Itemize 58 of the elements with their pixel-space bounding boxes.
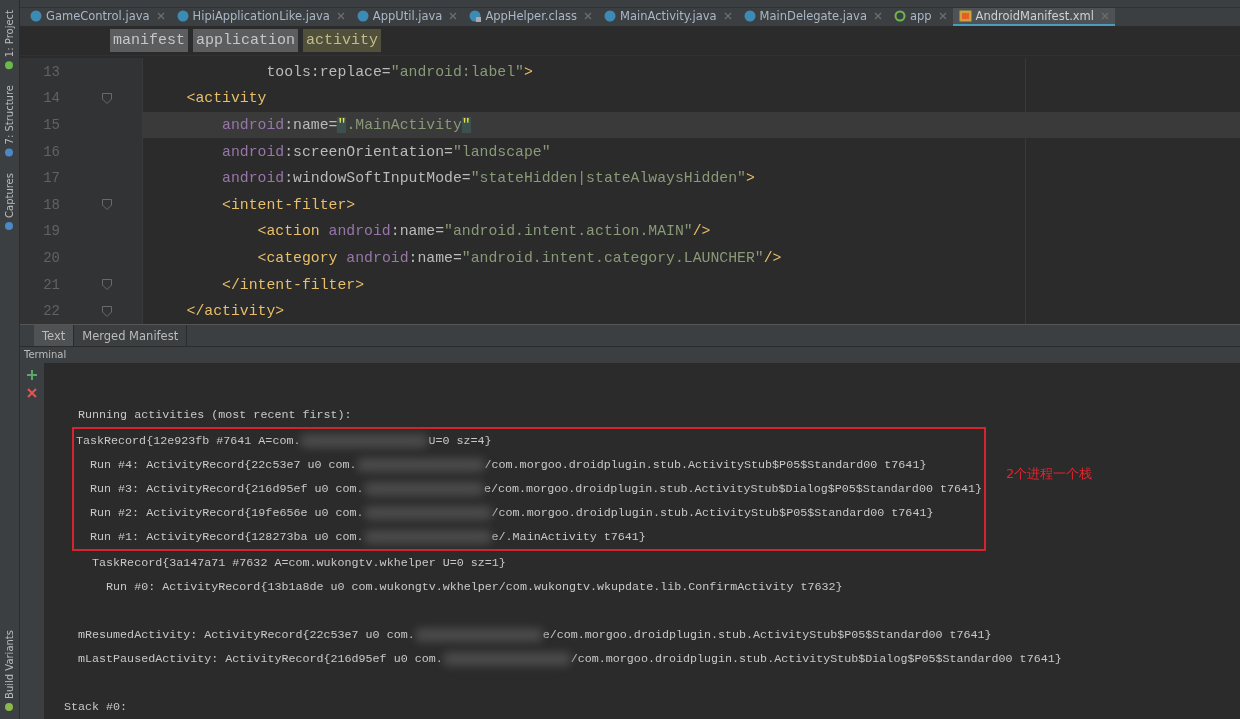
close-icon[interactable] bbox=[723, 11, 732, 20]
xml-file-icon bbox=[958, 9, 972, 22]
terminal-text: U=0 sz=4} bbox=[428, 434, 492, 448]
terminal-text: /com.morgoo.droidplugin.stub.ActivityStub$Dialog$P05$Standard00 t7641} bbox=[570, 652, 1062, 666]
file-tab[interactable]: GameControl.java bbox=[24, 7, 171, 27]
close-icon[interactable] bbox=[336, 11, 345, 20]
terminal-text: mLastPausedActivity: ActivityRecord{216d95ef u0 com. bbox=[77, 652, 443, 666]
tool-window-tab[interactable]: 7: Structure bbox=[4, 85, 15, 157]
fold-marker-icon[interactable] bbox=[102, 199, 112, 211]
class-icon bbox=[176, 9, 189, 22]
file-tab[interactable]: AppUtil.java bbox=[350, 7, 464, 27]
terminal-text: Running activities (most recent first): bbox=[77, 408, 352, 422]
breadcrumb[interactable]: manifest bbox=[110, 29, 188, 53]
terminal-text: TaskRecord{12e923fb #7641 A=com. bbox=[76, 434, 301, 448]
editor-view-tab[interactable]: Merged Manifest bbox=[74, 325, 188, 346]
terminal-text: TaskRecord{3a147a71 #7632 A=com.wukongtv.wkhelper U=0 sz=1} bbox=[91, 556, 506, 570]
terminal-text: e/com.morgoo.droidplugin.stub.ActivityStub$Dialog$P05$Standard00 t7641} bbox=[484, 482, 982, 496]
close-icon[interactable] bbox=[1101, 11, 1109, 20]
class-icon bbox=[604, 9, 617, 22]
terminal-text: e/com.morgoo.droidplugin.stub.ActivityStub$P05$Standard00 t7641} bbox=[542, 628, 992, 642]
terminal-text: /com.morgoo.droidplugin.stub.ActivityStub$P05$Standard00 t7641} bbox=[484, 458, 927, 472]
fold-marker-icon[interactable] bbox=[102, 305, 112, 317]
class-icon bbox=[30, 9, 42, 22]
editor-view-tab[interactable]: Text bbox=[34, 325, 75, 346]
terminal-text: Run #1: ActivityRecord{128273ba u0 com. bbox=[89, 530, 364, 544]
terminal-text: e/.MainActivity t7641} bbox=[491, 530, 646, 544]
file-tab[interactable]: MainActivity.java bbox=[598, 7, 738, 27]
tool-window-tab[interactable]: Build Variants bbox=[4, 630, 15, 711]
terminal-text: Run #4: ActivityRecord{22c53e7 u0 com. bbox=[89, 458, 357, 472]
class-icon bbox=[356, 9, 369, 22]
class-icon bbox=[469, 9, 482, 22]
breadcrumb[interactable]: application bbox=[193, 29, 299, 53]
file-tab[interactable]: app bbox=[887, 7, 953, 27]
close-icon[interactable] bbox=[449, 11, 458, 20]
file-tab[interactable]: AppHelper.class bbox=[463, 7, 599, 27]
panel-title: Terminal bbox=[24, 349, 67, 361]
tool-window-tab[interactable]: Captures bbox=[4, 172, 15, 230]
terminal-text: /com.morgoo.droidplugin.stub.ActivityStub$P05$Standard00 t7641} bbox=[491, 506, 934, 520]
close-icon[interactable] bbox=[584, 11, 593, 20]
fold-marker-icon[interactable] bbox=[102, 92, 112, 104]
close-icon[interactable] bbox=[938, 11, 947, 20]
tool-window-tab[interactable]: 1: Project bbox=[4, 10, 15, 70]
close-icon[interactable] bbox=[156, 11, 165, 20]
annotation-text: 2个进程一个栈 bbox=[1006, 465, 1093, 483]
add-icon[interactable] bbox=[26, 369, 38, 381]
fold-marker-icon[interactable] bbox=[102, 279, 112, 290]
terminal-text: Run #0: ActivityRecord{13b1a8de u0 com.wukongtv.wkhelper/com.wukongtv.wkupdate.lib.ConfirmActivity t7632} bbox=[105, 580, 843, 594]
close-icon[interactable] bbox=[26, 387, 38, 399]
close-icon[interactable] bbox=[873, 11, 882, 20]
class-icon bbox=[743, 9, 756, 22]
file-tab[interactable]: MainDelegate.java bbox=[737, 7, 888, 27]
terminal-text: mResumedActivity: ActivityRecord{22c53e7 u0 com. bbox=[77, 628, 415, 642]
breadcrumb[interactable]: activity bbox=[303, 29, 382, 53]
file-tab[interactable]: HipiApplicationLike.java bbox=[170, 7, 351, 27]
module-icon bbox=[893, 9, 906, 22]
terminal-text: Run #2: ActivityRecord{19fe656e u0 com. bbox=[89, 506, 364, 520]
terminal-text: Run #3: ActivityRecord{216d95ef u0 com. bbox=[89, 482, 364, 496]
terminal-text: Stack #0: bbox=[64, 700, 128, 714]
